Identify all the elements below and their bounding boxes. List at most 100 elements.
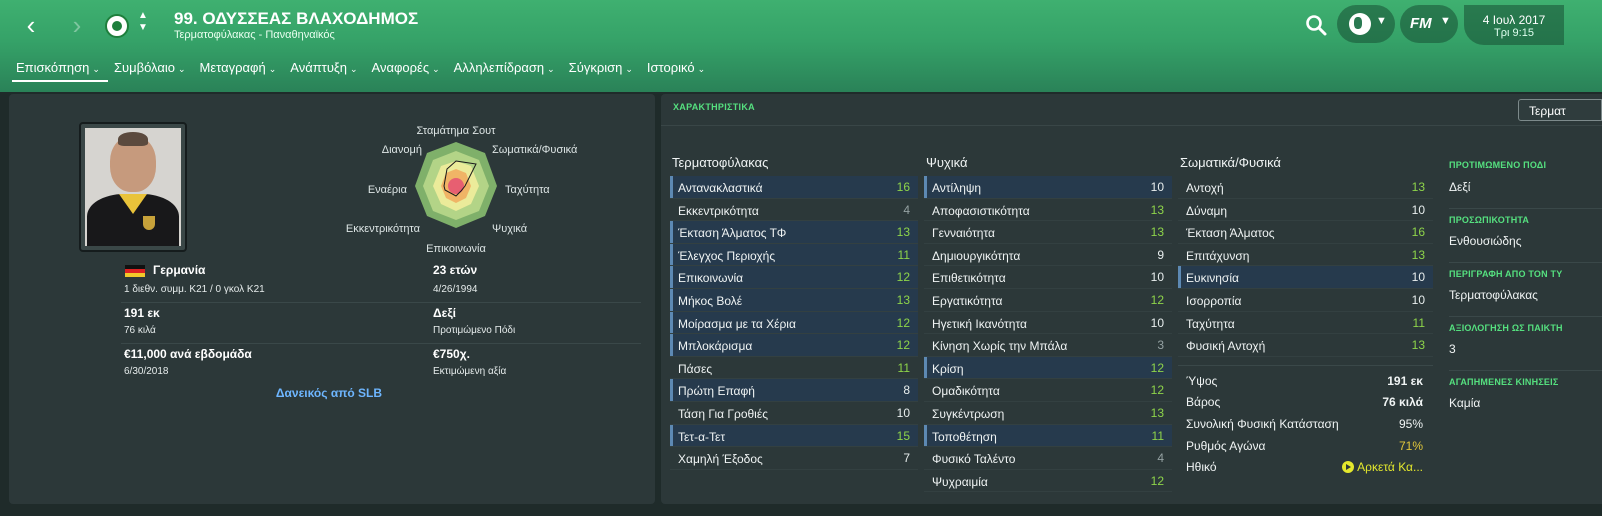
condition-row: Συνολική Φυσική Κατάσταση 95% [1178, 413, 1433, 435]
attribute-row[interactable]: Τετ-α-Τετ 15 [670, 424, 918, 448]
international-caps: 1 διεθν. συμμ. Κ21 / 0 γκολ Κ21 [124, 284, 265, 295]
chevron-down-icon: ⌄ [349, 64, 358, 74]
condition-name: Ρυθμός Αγώνα [1186, 438, 1266, 453]
tab-item[interactable]: Ιστορικό ⌄ [641, 60, 713, 82]
attribute-row[interactable]: Ομαδικότητα 12 [924, 379, 1172, 402]
attribute-row[interactable]: Τάση Για Γροθιές 10 [670, 402, 918, 425]
attribute-row[interactable]: Αντανακλαστικά 16 [670, 176, 918, 199]
attribute-row[interactable]: Ταχύτητα 11 [1178, 312, 1433, 335]
attribute-row[interactable]: Αντίληψη 10 [924, 176, 1172, 199]
attribute-row[interactable]: Πάσες 11 [670, 357, 918, 380]
attribute-row[interactable]: Αποφασιστικότητα 13 [924, 199, 1172, 222]
attribute-value: 12 [1150, 383, 1164, 398]
player-name: 99. ΟΔΥΣΣΕΑΣ ΒΛΑΧΟΔΗΜΟΣ [174, 9, 419, 28]
condition-name: Βάρος [1186, 395, 1221, 410]
attribute-row[interactable]: Χαμηλή Έξοδος 7 [670, 447, 918, 470]
info-row-contract: 6/30/2018 Εκτιμώμενη αξία [121, 364, 641, 386]
fm-menu-button[interactable]: FM ▼ [1400, 5, 1458, 43]
attribute-value: 13 [1150, 405, 1164, 420]
tab-item[interactable]: Επισκόπηση ⌄ [10, 60, 108, 82]
morale-icon [1342, 461, 1355, 474]
chevron-down-icon: ⌄ [178, 64, 186, 74]
attribute-value: 13 [1150, 225, 1164, 240]
radar-label: Εκκεντρικότητα [346, 223, 421, 235]
attribute-row[interactable]: Γενναιότητα 13 [924, 221, 1172, 244]
tab-item[interactable]: Ανάπτυξη ⌄ [284, 60, 365, 82]
attribute-row[interactable]: Τοποθέτηση 11 [924, 424, 1172, 448]
attribute-row[interactable]: Εκκεντρικότητα 4 [670, 199, 918, 222]
attribute-row[interactable]: Επιτάχυνση 13 [1178, 244, 1433, 267]
attribute-row[interactable]: Ηγετική Ικανότητα 10 [924, 312, 1172, 335]
attribute-filter-button[interactable]: Τερματ [1518, 99, 1602, 121]
attribute-row[interactable]: Έκταση Άλματος ΤΦ 13 [670, 221, 918, 244]
attribute-name: Αντίληψη [932, 181, 982, 195]
attribute-value: 15 [896, 428, 910, 443]
attribute-row[interactable]: Φυσικό Ταλέντο 4 [924, 447, 1172, 470]
attribute-name: Φυσικό Ταλέντο [932, 452, 1016, 467]
search-icon[interactable] [1304, 13, 1328, 37]
club-badge-icon[interactable] [105, 14, 129, 38]
attribute-value: 13 [1411, 338, 1425, 353]
info-value: Δεξί [1449, 180, 1471, 194]
radar-label: Σταμάτημα Σουτ [416, 125, 496, 137]
condition-value: 95% [1399, 417, 1423, 431]
continue-date-button[interactable]: 4 Ιουλ 2017 Τρι 9:15 [1464, 5, 1564, 45]
tab-item[interactable]: Συμβόλαιο ⌄ [108, 60, 194, 82]
tab-item[interactable]: Αναφορές ⌄ [366, 60, 448, 82]
back-arrow-icon[interactable]: ‹ [18, 12, 44, 38]
tab-item[interactable]: Μεταγραφή ⌄ [194, 60, 285, 82]
chevron-down-icon: ▼ [1440, 15, 1451, 27]
goalkeeping-header: Τερματοφύλακας [672, 155, 769, 170]
attribute-row[interactable]: Κίνηση Χωρίς την Μπάλα 3 [924, 334, 1172, 357]
condition-value: 191 εκ [1387, 374, 1423, 388]
attribute-row[interactable]: Συγκέντρωση 13 [924, 402, 1172, 425]
attribute-value: 10 [1411, 292, 1425, 307]
attribute-row[interactable]: Φυσική Αντοχή 13 [1178, 334, 1433, 357]
attribute-value: 10 [1411, 202, 1425, 217]
globe-menu-button[interactable]: ▼ [1337, 5, 1395, 43]
attribute-row[interactable]: Εργατικότητα 12 [924, 289, 1172, 312]
divider [661, 125, 1602, 126]
attribute-name: Μπλοκάρισμα [678, 339, 753, 354]
tab-item[interactable]: Σύγκριση ⌄ [563, 60, 641, 82]
attribute-value: 11 [897, 360, 910, 375]
radar-label: Σωματικά/Φυσικά [492, 144, 578, 156]
tab-item[interactable]: Αλληλεπίδραση ⌄ [448, 60, 563, 82]
attribute-row[interactable]: Μήκος Βολέ 13 [670, 288, 918, 312]
attribute-row[interactable]: Αντοχή 13 [1178, 176, 1433, 199]
attribute-row[interactable]: Έλεγχος Περιοχής 11 [670, 243, 918, 267]
attribute-row[interactable]: Έκταση Άλματος 16 [1178, 221, 1433, 244]
condition-value-text: 71% [1398, 438, 1423, 453]
attribute-row[interactable]: Μοίρασμα με τα Χέρια 12 [670, 311, 918, 335]
loan-from-link[interactable]: Δανεικός από SLB [9, 386, 649, 400]
condition-value: 71% [1399, 439, 1423, 453]
attribute-row[interactable]: Επιθετικότητα 10 [924, 266, 1172, 289]
attribute-row[interactable]: Ψυχραιμία 12 [924, 470, 1172, 493]
attribute-name: Τετ-α-Τετ [678, 429, 726, 444]
player-photo [79, 122, 187, 252]
attribute-value: 13 [1411, 247, 1425, 262]
condition-row: Ύψος 191 εκ [1178, 370, 1433, 392]
attribute-row[interactable]: Δύναμη 10 [1178, 199, 1433, 222]
forward-arrow-icon[interactable]: › [64, 12, 90, 38]
attribute-row[interactable]: Πρώτη Επαφή 8 [670, 379, 918, 402]
attribute-row[interactable]: Επικοινωνία 12 [670, 266, 918, 289]
attribute-row[interactable]: Ισορροπία 10 [1178, 289, 1433, 312]
radar-label: Διανομή [382, 144, 422, 156]
current-date: 4 Ιουλ 2017 [1482, 13, 1546, 27]
radar-label: Εναέρια [368, 184, 408, 196]
attribute-value: 11 [1151, 428, 1164, 443]
attribute-name: Ευκινησία [1186, 271, 1239, 286]
attribute-name: Επικοινωνία [678, 271, 744, 286]
attribute-row[interactable]: Δημιουργικότητα 9 [924, 244, 1172, 267]
attribute-name: Μήκος Βολέ [678, 293, 743, 308]
tab-label: Επισκόπηση [16, 60, 90, 75]
attribute-name: Αντοχή [1186, 181, 1224, 195]
info-row-nationality: Γερμανία 23 ετών [121, 260, 641, 282]
attribute-name: Εργατικότητα [932, 293, 1003, 308]
chevron-down-icon: ⌄ [92, 64, 100, 74]
attribute-row[interactable]: Μπλοκάρισμα 12 [670, 334, 918, 357]
attribute-row[interactable]: Ευκινησία 10 [1178, 266, 1433, 289]
attribute-row[interactable]: Κρίση 12 [924, 356, 1172, 380]
player-switch-icon[interactable]: ▲ ▼ [136, 10, 150, 34]
